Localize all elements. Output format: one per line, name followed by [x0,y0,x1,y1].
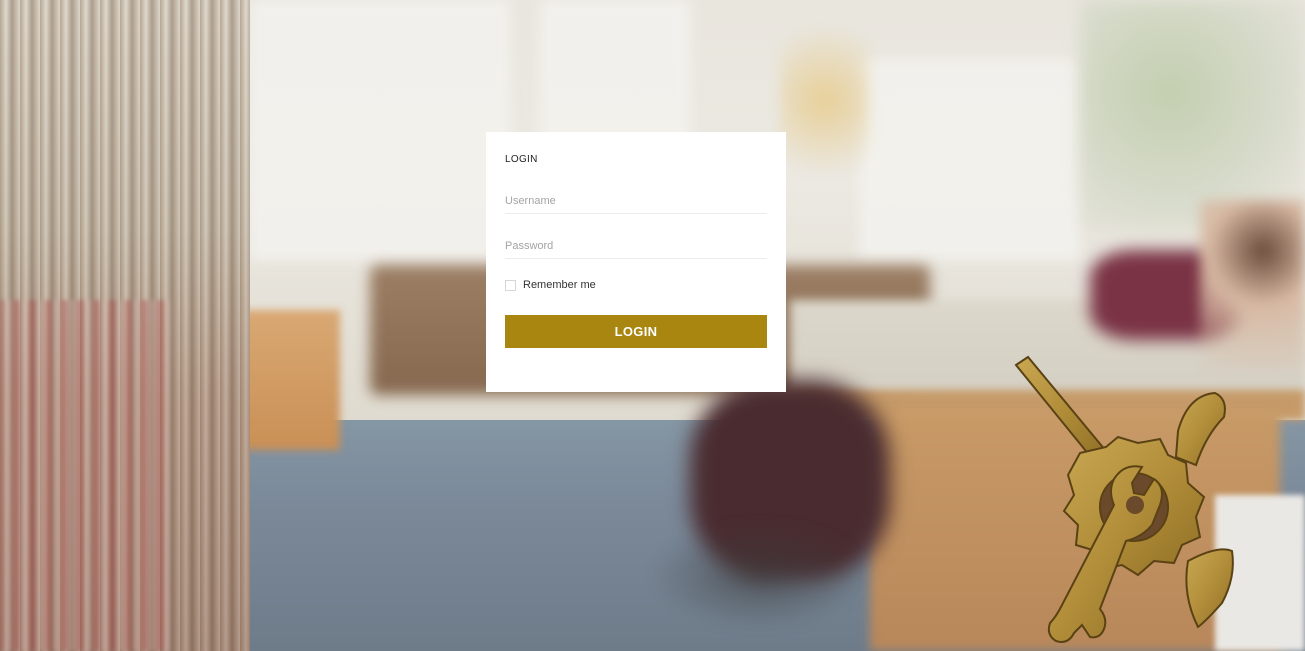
remember-me-label: Remember me [523,279,596,291]
remember-me-checkbox[interactable] [505,279,516,291]
login-title: LOGIN [505,154,538,165]
login-page: LOGIN Remember me LOGIN [0,0,1305,651]
username-input[interactable] [505,195,767,214]
gear-wrench-hammer-logo-icon [1014,355,1234,643]
login-card: LOGIN Remember me LOGIN [486,132,786,392]
password-input[interactable] [505,240,767,259]
remember-me-row[interactable]: Remember me [505,279,767,291]
login-button[interactable]: LOGIN [505,315,767,348]
